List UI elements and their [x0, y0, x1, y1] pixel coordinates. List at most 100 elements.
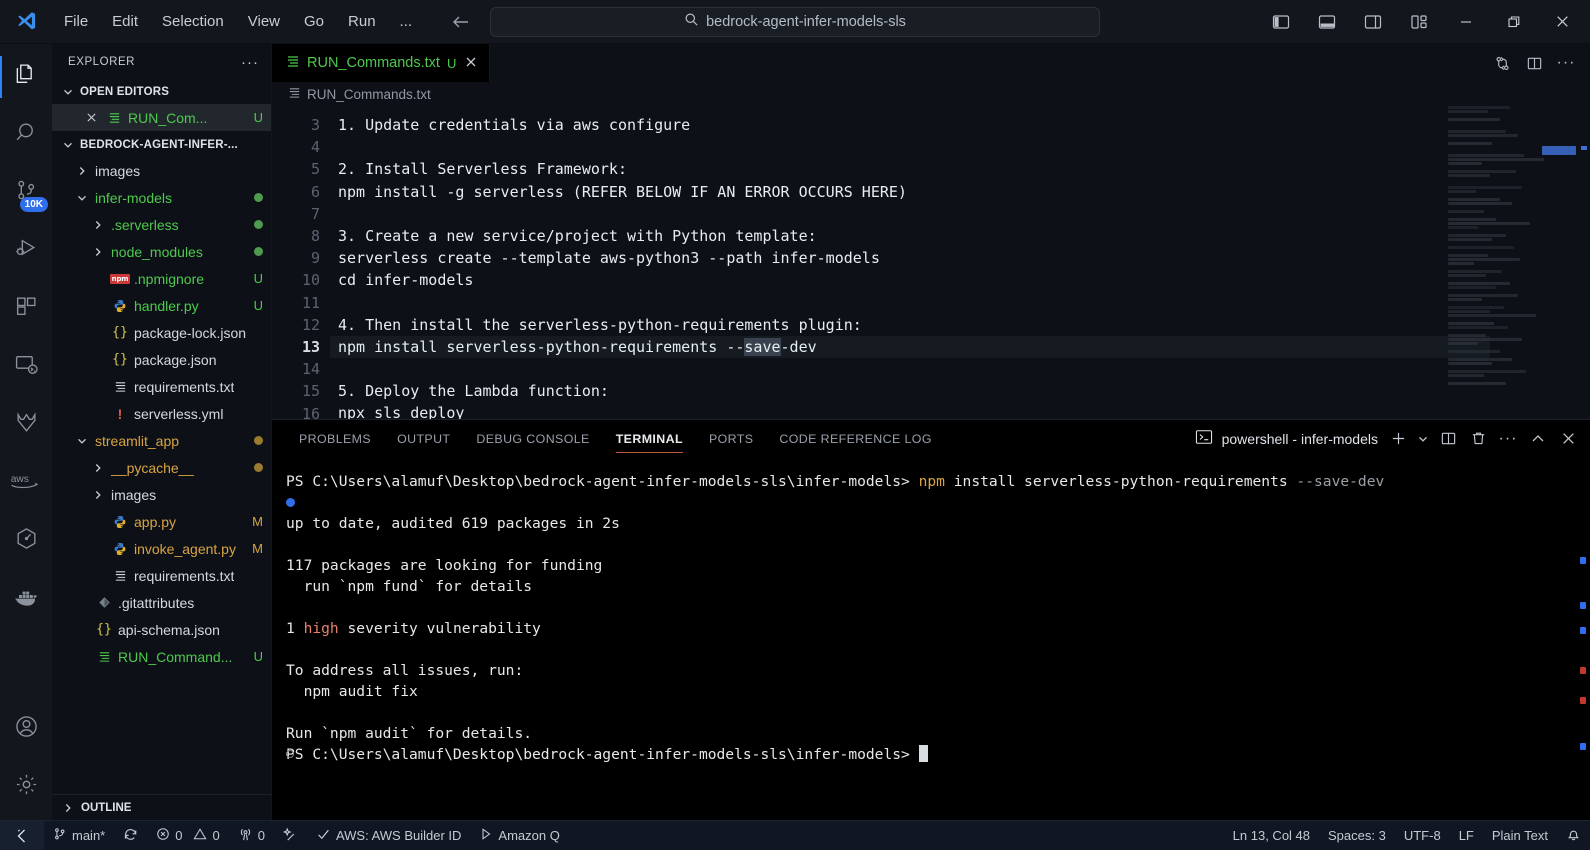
- chevron-down-icon[interactable]: [74, 192, 90, 204]
- activity-item-package-manager[interactable]: [0, 512, 52, 570]
- chevron-right-icon[interactable]: [90, 462, 106, 474]
- chevron-right-icon[interactable]: [90, 489, 106, 501]
- tab-close-icon[interactable]: [465, 55, 477, 72]
- activity-item-search[interactable]: [0, 106, 52, 164]
- code-editor[interactable]: 3 4 5 6 7 8 9 10 11 12 13 14 15 16 1. Update credenti…: [272, 106, 1590, 419]
- tree-item[interactable]: {} package-lock.json: [52, 319, 271, 346]
- activity-item-aws-toolkit[interactable]: aws: [0, 454, 52, 512]
- menu-view[interactable]: View: [236, 9, 292, 34]
- chevron-right-icon[interactable]: [74, 165, 90, 177]
- tree-item[interactable]: __pycache__: [52, 454, 271, 481]
- tree-item[interactable]: .serverless: [52, 211, 271, 238]
- status-problems[interactable]: 0 0: [147, 821, 228, 850]
- minimize-icon[interactable]: [1442, 2, 1490, 42]
- chevron-down-icon[interactable]: [74, 435, 90, 447]
- more-actions-icon[interactable]: ···: [1550, 44, 1582, 82]
- activity-item-docker[interactable]: [0, 570, 52, 628]
- close-icon[interactable]: [1538, 2, 1586, 42]
- code-line[interactable]: 2. Install Serverless Framework:: [330, 158, 1590, 180]
- code-line[interactable]: [330, 292, 1590, 314]
- tree-item[interactable]: handler.py U: [52, 292, 271, 319]
- code-line[interactable]: 3. Create a new service/project with Pyt…: [330, 225, 1590, 247]
- open-editor-item[interactable]: RUN_Com... U: [52, 104, 271, 131]
- tree-item[interactable]: infer-models: [52, 184, 271, 211]
- tree-item[interactable]: invoke_agent.py M: [52, 535, 271, 562]
- chevron-right-icon[interactable]: [90, 219, 106, 231]
- status-encoding[interactable]: UTF-8: [1395, 821, 1450, 850]
- tree-item[interactable]: requirements.txt: [52, 373, 271, 400]
- toggle-secondary-sidebar-icon[interactable]: [1350, 2, 1396, 42]
- tree-item[interactable]: app.py M: [52, 508, 271, 535]
- more-actions-icon[interactable]: ···: [1494, 424, 1522, 454]
- activity-item-extensions[interactable]: [0, 280, 52, 338]
- activity-item-accounts[interactable]: [0, 700, 52, 758]
- split-terminal-icon[interactable]: [1434, 424, 1462, 454]
- status-eol[interactable]: LF: [1450, 821, 1483, 850]
- activity-item-settings[interactable]: [0, 758, 52, 816]
- tab-run-commands-txt[interactable]: RUN_Commands.txt U: [272, 44, 491, 82]
- tree-item[interactable]: npm .npmignore U: [52, 265, 271, 292]
- tab-debug-console[interactable]: DEBUG CONSOLE: [463, 420, 602, 457]
- code-line[interactable]: npm install -g serverless (REFER BELOW I…: [330, 181, 1590, 203]
- tree-item[interactable]: images: [52, 481, 271, 508]
- kill-terminal-icon[interactable]: [1464, 424, 1492, 454]
- breadcrumb[interactable]: RUN_Commands.txt: [272, 82, 1590, 106]
- tree-item[interactable]: RUN_Command... U: [52, 643, 271, 670]
- restore-icon[interactable]: [1490, 2, 1538, 42]
- tree-item[interactable]: streamlit_app: [52, 427, 271, 454]
- editor-scrollbar[interactable]: [1576, 106, 1590, 419]
- code-line[interactable]: npx sls deploy: [330, 402, 1590, 419]
- maximize-panel-icon[interactable]: [1524, 424, 1552, 454]
- new-terminal-icon[interactable]: [1384, 424, 1412, 454]
- activity-item-gitlab[interactable]: [0, 396, 52, 454]
- status-indentation[interactable]: Spaces: 3: [1319, 821, 1395, 850]
- code-line[interactable]: cd infer-models: [330, 269, 1590, 291]
- menu-file[interactable]: File: [52, 9, 100, 34]
- code-line[interactable]: 5. Deploy the Lambda function:: [330, 380, 1590, 402]
- menu-run[interactable]: Run: [336, 9, 388, 34]
- tree-item[interactable]: {} api-schema.json: [52, 616, 271, 643]
- code-line[interactable]: [330, 136, 1590, 158]
- toggle-primary-sidebar-icon[interactable]: [1258, 2, 1304, 42]
- menu-go[interactable]: Go: [292, 9, 336, 34]
- status-aws-connection[interactable]: AWS: AWS Builder ID: [307, 821, 470, 850]
- status-ports[interactable]: 0: [229, 821, 274, 850]
- activity-item-source-control[interactable]: 10K: [0, 164, 52, 222]
- customize-layout-icon[interactable]: [1396, 2, 1442, 42]
- code-line[interactable]: serverless create --template aws-python3…: [330, 247, 1590, 269]
- tree-item[interactable]: node_modules: [52, 238, 271, 265]
- tree-item[interactable]: images: [52, 157, 271, 184]
- terminal-dropdown-icon[interactable]: [1414, 424, 1432, 454]
- menu-selection[interactable]: Selection: [150, 9, 236, 34]
- status-notifications[interactable]: [1557, 821, 1590, 850]
- code-line[interactable]: [330, 358, 1590, 380]
- section-workspace-root[interactable]: BEDROCK-AGENT-INFER-...: [52, 133, 271, 157]
- tab-ports[interactable]: PORTS: [696, 420, 766, 457]
- status-amazon-q[interactable]: Amazon Q: [470, 821, 568, 850]
- remote-indicator-icon[interactable]: [0, 820, 44, 850]
- tree-item[interactable]: ! serverless.yml: [52, 400, 271, 427]
- terminal-output[interactable]: PS C:\Users\alamuf\Desktop\bedrock-agent…: [272, 457, 1590, 820]
- tab-output[interactable]: OUTPUT: [384, 420, 463, 457]
- tree-item[interactable]: .gitattributes: [52, 589, 271, 616]
- tab-code-reference-log[interactable]: CODE REFERENCE LOG: [766, 420, 944, 457]
- activity-item-run-and-debug[interactable]: [0, 222, 52, 280]
- section-open-editors[interactable]: OPEN EDITORS: [52, 80, 271, 104]
- toggle-panel-icon[interactable]: [1304, 2, 1350, 42]
- split-diff-icon[interactable]: [1486, 44, 1518, 82]
- tree-item[interactable]: {} package.json: [52, 346, 271, 373]
- code-line[interactable]: npm install serverless-python-requiremen…: [330, 335, 1490, 359]
- status-language-mode[interactable]: Plain Text: [1483, 821, 1557, 850]
- tree-item[interactable]: requirements.txt: [52, 562, 271, 589]
- code-line[interactable]: 1. Update credentials via aws configure: [330, 114, 1590, 136]
- status-cursor-position[interactable]: Ln 13, Col 48: [1224, 821, 1319, 850]
- code-line[interactable]: 4. Then install the serverless-python-re…: [330, 314, 1590, 336]
- arrow-left-icon[interactable]: [450, 12, 472, 32]
- command-center-search[interactable]: bedrock-agent-infer-models-sls: [490, 6, 1100, 37]
- split-editor-icon[interactable]: [1518, 44, 1550, 82]
- tab-problems[interactable]: PROBLEMS: [286, 420, 384, 457]
- close-icon[interactable]: [82, 112, 100, 123]
- code-line[interactable]: [330, 203, 1590, 225]
- active-terminal-name[interactable]: powershell - infer-models: [1195, 429, 1382, 448]
- section-outline[interactable]: OUTLINE: [52, 794, 271, 820]
